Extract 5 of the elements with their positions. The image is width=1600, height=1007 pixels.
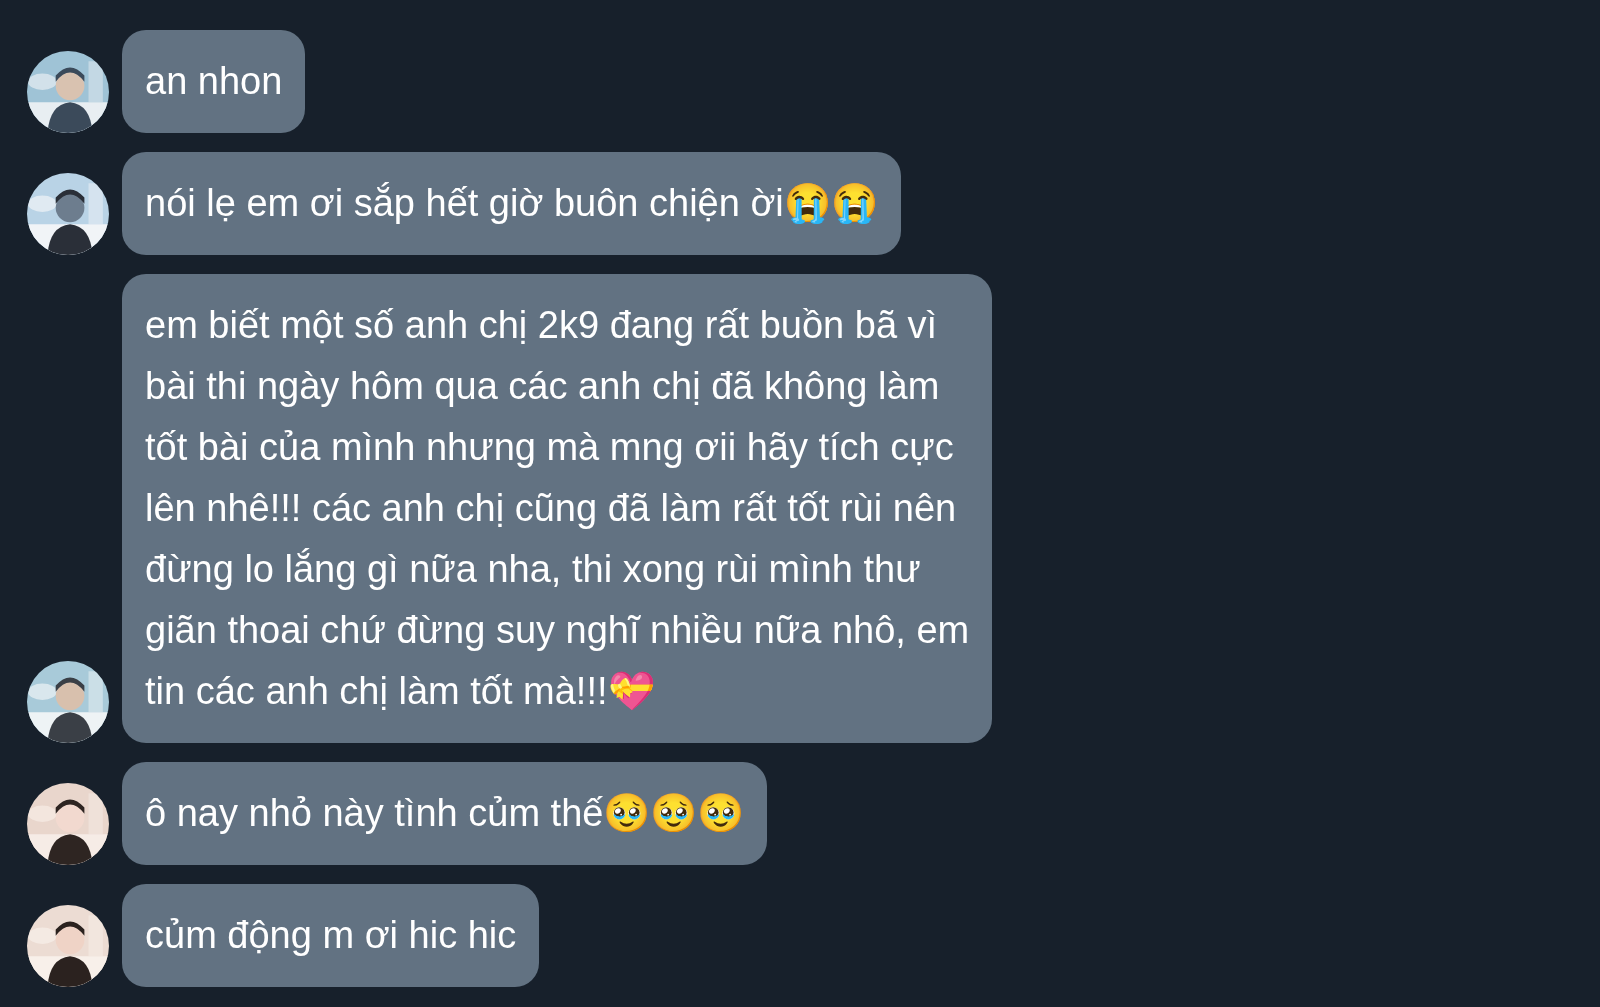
message-bubble: củm động m ơi hic hic	[122, 884, 540, 987]
message-bubble: nói lẹ em ơi sắp hết giờ buôn chiện ời😭😭	[122, 152, 901, 255]
message-bubble: an nhon	[122, 30, 306, 133]
message-bubble: em biết một số anh chị 2k9 đang rất buồn bã vì bài thi ngày hôm qua các anh chị đã không làm tốt bài của mình nhưng mà mng ơii hãy tích cực lên nhê!!! các anh chị cũng đã làm rất tốt rùi nên đừng lo lắng gì nữa nha, thi xong rùi mình thư giãn thoai chứ đừng suy nghĩ nhiều nữa nhô, em tin các anh chị làm tốt mà!!!💝	[122, 274, 993, 743]
message-bubble: ô nay nhỏ này tình củm thế🥹🥹🥹	[122, 762, 768, 865]
